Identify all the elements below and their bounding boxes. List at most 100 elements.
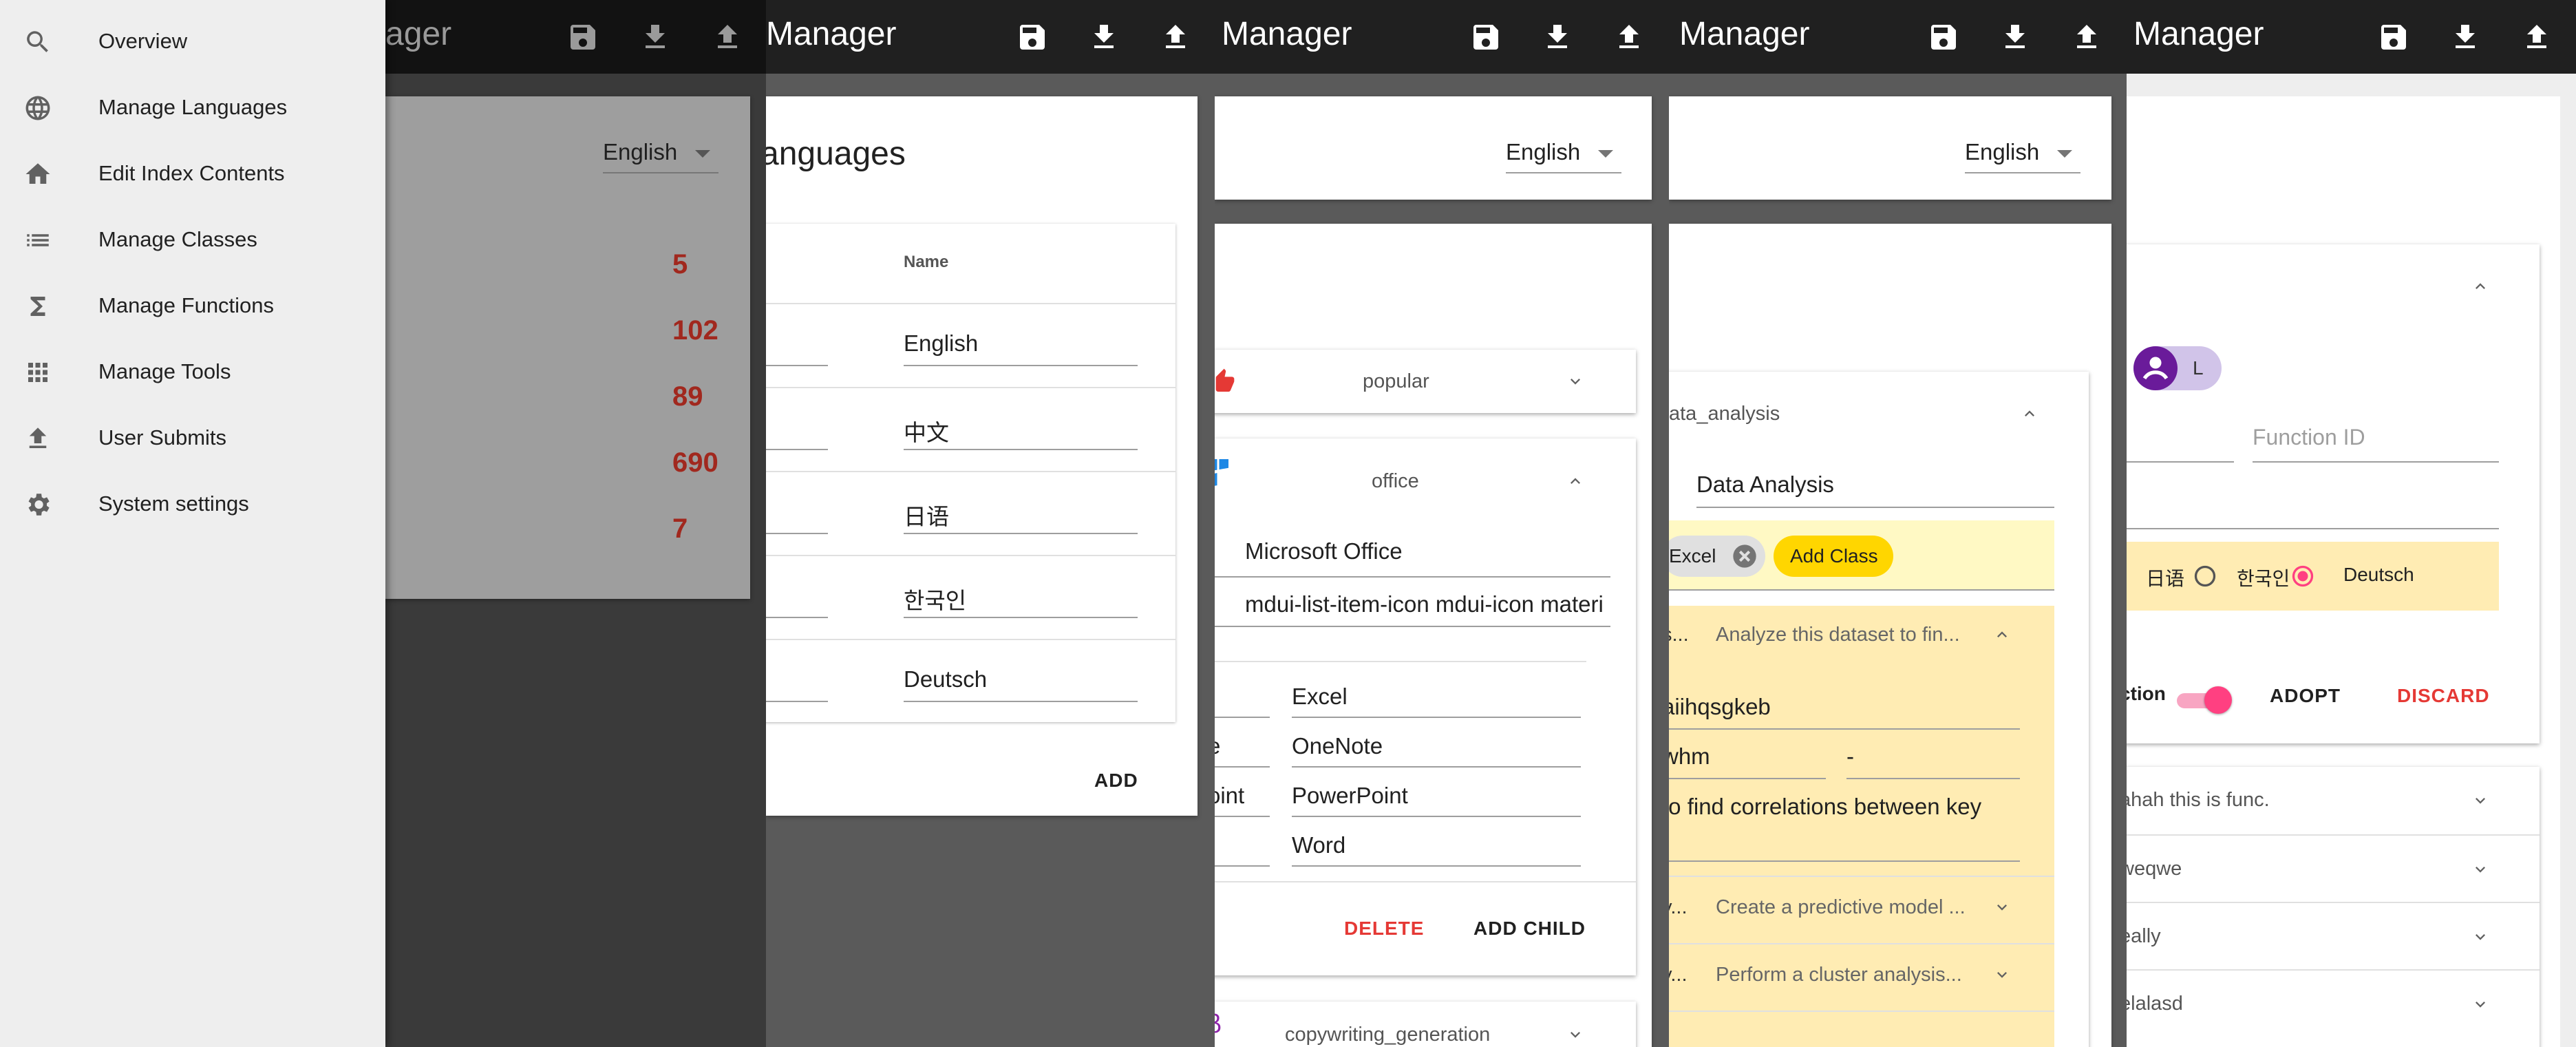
upload-icon[interactable] xyxy=(1612,21,1646,54)
sidebar-item-system-settings[interactable]: System settings xyxy=(0,479,385,529)
child-name-field[interactable]: Word xyxy=(1292,832,1345,858)
chip-remove-icon[interactable] xyxy=(1731,542,1758,570)
list-item[interactable]: eally xyxy=(2127,902,2540,971)
class-item-popular[interactable]: popular xyxy=(1215,350,1636,413)
class-key: copywriting_generation xyxy=(1285,1024,1491,1046)
class-name-field[interactable]: Microsoft Office xyxy=(1245,538,1403,564)
language-name-field[interactable]: Deutsch xyxy=(904,666,987,692)
chevron-up-icon[interactable] xyxy=(2020,404,2039,423)
class-key: popular xyxy=(1363,370,1429,392)
save-icon[interactable] xyxy=(1469,21,1502,54)
download-icon[interactable] xyxy=(1999,21,2032,54)
field-underline xyxy=(1215,865,1270,867)
adopt-toggle[interactable] xyxy=(2177,686,2232,714)
sidebar-item-manage-functions[interactable]: Manage Functions xyxy=(0,281,385,330)
chevron-down-icon[interactable] xyxy=(2471,995,2490,1014)
language-select[interactable]: English xyxy=(1965,139,2073,165)
class-item-copywriting[interactable]: β copywriting_generation xyxy=(1215,1002,1636,1047)
radio-checked-icon[interactable] xyxy=(2290,564,2315,589)
radio-label: Deutsch xyxy=(2343,564,2414,585)
function-content-field[interactable]: to find correlations between key xyxy=(1669,794,1981,820)
radio-label: 한국인 xyxy=(2237,568,2290,589)
sidebar-item-edit-index-contents[interactable]: Edit Index Contents xyxy=(0,149,385,198)
functions-card: ata_analysis Data Analysis Excel Add Cla… xyxy=(1669,224,2111,1047)
child-row: Excel xyxy=(1215,671,1621,721)
language-name-field[interactable]: 中文 xyxy=(904,414,949,447)
function-field-a[interactable]: whm xyxy=(1669,743,1710,770)
classes-panel: Manager English popular office Microsoft… xyxy=(1215,0,1669,1047)
sidebar-item-label: Manage Languages xyxy=(98,95,288,119)
function-row[interactable] xyxy=(1669,1011,2054,1047)
discard-button[interactable]: DISCARD xyxy=(2397,685,2490,707)
add-child-button[interactable]: ADD CHILD xyxy=(1473,918,1586,940)
download-icon[interactable] xyxy=(1541,21,1574,54)
upload-icon[interactable] xyxy=(711,21,744,54)
chevron-down-icon[interactable] xyxy=(1992,965,2012,984)
list-item[interactable]: ahah this is func. xyxy=(2127,767,2540,834)
chevron-down-icon[interactable] xyxy=(1992,898,2012,917)
chevron-down-icon[interactable] xyxy=(1566,1025,1585,1044)
add-language-button[interactable]: ADD xyxy=(1094,770,1138,792)
chevron-down-icon[interactable] xyxy=(1566,372,1585,391)
download-icon[interactable] xyxy=(639,21,672,54)
chevron-down-icon[interactable] xyxy=(2471,860,2490,879)
sidebar-item-manage-languages[interactable]: Manage Languages xyxy=(0,83,385,132)
delete-button[interactable]: DELETE xyxy=(1344,918,1424,940)
radio-unchecked-icon[interactable] xyxy=(2193,564,2217,589)
chevron-down-icon[interactable] xyxy=(2471,791,2490,810)
save-icon[interactable] xyxy=(1016,21,1049,54)
save-icon[interactable] xyxy=(566,21,599,54)
chevron-up-icon[interactable] xyxy=(1992,625,2012,644)
child-key-field[interactable]: oint xyxy=(1215,783,1244,809)
language-name-field[interactable]: 日语 xyxy=(904,498,949,531)
child-name-field[interactable]: Excel xyxy=(1292,684,1348,710)
upload-icon[interactable] xyxy=(2070,21,2103,54)
function-key: y... xyxy=(1669,964,1688,986)
count-value: 690 xyxy=(672,447,718,478)
language-name-field[interactable]: English xyxy=(904,330,978,357)
count-value: 7 xyxy=(672,514,688,544)
function-row[interactable]: y... Perform a cluster analysis... xyxy=(1669,943,2054,1011)
language-card: English xyxy=(1215,96,1652,200)
category-name-field[interactable]: Data Analysis xyxy=(1696,472,1834,498)
adopt-button[interactable]: ADOPT xyxy=(2270,685,2341,707)
field-underline xyxy=(2127,461,2234,463)
child-name-field[interactable]: OneNote xyxy=(1292,733,1383,759)
chevron-down-icon[interactable] xyxy=(2471,927,2490,946)
category-key: ata_analysis xyxy=(1669,403,1780,425)
language-select[interactable]: English xyxy=(603,139,711,165)
languages-card: anguages Name English 中文 日语 한국인 Deutsch … xyxy=(766,96,1197,816)
app-bar: Manager xyxy=(1669,0,2127,74)
function-id-input[interactable]: Function ID xyxy=(2253,425,2365,450)
chevron-up-icon[interactable] xyxy=(2471,277,2490,296)
languages-panel: Manager anguages Name English 中文 日语 한국인 … xyxy=(766,0,1215,1047)
sidebar-item-overview[interactable]: Overview xyxy=(0,17,385,66)
chevron-up-icon[interactable] xyxy=(1566,472,1585,491)
function-id-field[interactable]: aiihqsgkeb xyxy=(1669,694,1771,720)
save-icon[interactable] xyxy=(1927,21,1960,54)
submission-detail: L Function ID 日语 한국인 Deutsch ction ADOPT… xyxy=(2127,244,2540,743)
list-item[interactable]: elalasd xyxy=(2127,969,2540,1038)
navigation-drawer: Overview Manage Languages Edit Index Con… xyxy=(0,0,385,1047)
sidebar-item-manage-tools[interactable]: Manage Tools xyxy=(0,347,385,396)
child-name-field[interactable]: PowerPoint xyxy=(1292,783,1408,809)
class-key: office xyxy=(1372,470,1419,492)
count-value: 102 xyxy=(672,315,718,346)
sidebar-item-user-submits[interactable]: User Submits xyxy=(0,413,385,463)
function-field-b[interactable]: - xyxy=(1846,743,1854,770)
class-icon-field[interactable]: mdui-list-item-icon mdui-icon materi xyxy=(1245,591,1610,617)
function-row[interactable]: y... Create a predictive model ... xyxy=(1669,876,2054,943)
upload-icon[interactable] xyxy=(1159,21,1192,54)
add-class-chip[interactable]: Add Class xyxy=(1774,536,1893,577)
language-select-underline xyxy=(1965,172,2080,173)
download-icon[interactable] xyxy=(1087,21,1120,54)
sidebar-item-manage-classes[interactable]: Manage Classes xyxy=(0,215,385,264)
child-key-field[interactable]: e xyxy=(1215,733,1220,759)
save-icon[interactable] xyxy=(2377,21,2410,54)
list-item[interactable]: weqwe xyxy=(2127,834,2540,903)
download-icon[interactable] xyxy=(2449,21,2482,54)
language-select[interactable]: English xyxy=(1506,139,1614,165)
upload-icon[interactable] xyxy=(2520,21,2553,54)
language-name-field[interactable]: 한국인 xyxy=(904,582,966,615)
sigma-icon xyxy=(30,297,45,316)
